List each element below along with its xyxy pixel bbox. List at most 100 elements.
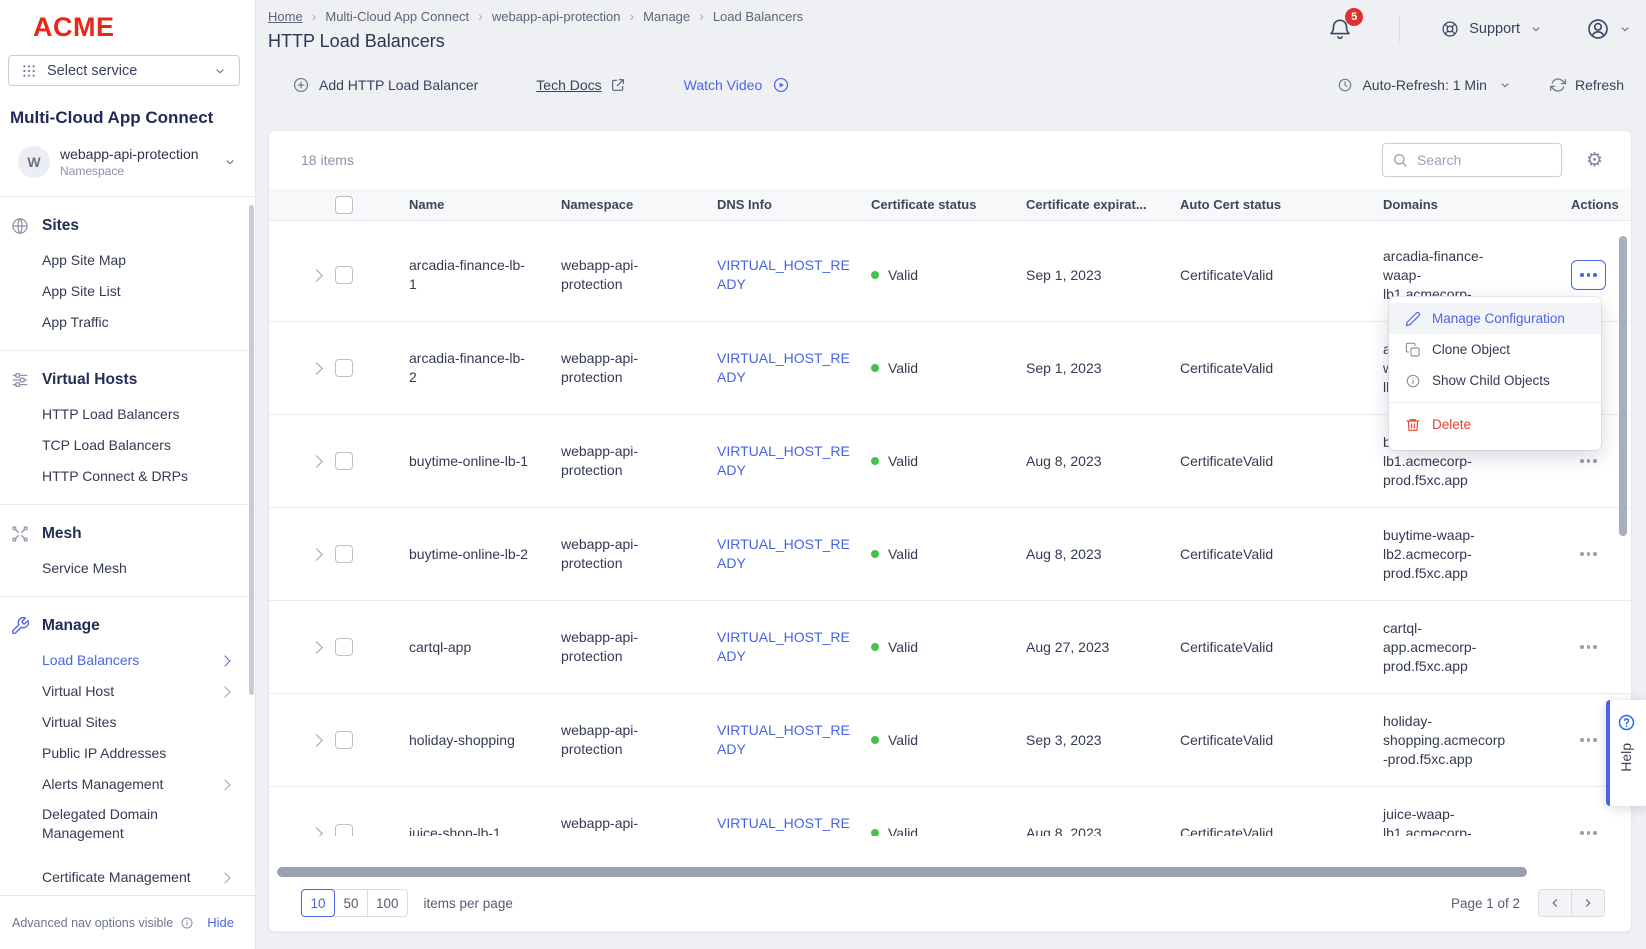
expand-row-icon[interactable] (310, 827, 323, 836)
namespace-picker[interactable]: W webapp-api-protection Namespace (8, 140, 247, 184)
expand-row-icon[interactable] (310, 269, 323, 282)
sidebar-item-tcp-load-balancers[interactable]: TCP Load Balancers (0, 430, 255, 461)
table-row-holiday-shopping[interactable]: holiday-shopping webapp-api-protection V… (269, 694, 1631, 787)
breadcrumb-item-webapp-api-protection[interactable]: webapp-api-protection (492, 9, 621, 24)
previous-page-button[interactable] (1538, 889, 1572, 917)
column-header-certificate-status[interactable]: Certificate status (871, 197, 1026, 212)
product-title: Multi-Cloud App Connect (0, 86, 255, 128)
sidebar-item-virtual-sites[interactable]: Virtual Sites (0, 707, 255, 738)
breadcrumb-item-multi-cloud-app-connect[interactable]: Multi-Cloud App Connect (325, 9, 469, 24)
horizontal-scrollbar[interactable] (277, 867, 1527, 877)
avatar (1585, 16, 1611, 42)
cell-dns-info[interactable]: VIRTUAL_HOST_READY (717, 628, 855, 666)
row-checkbox[interactable] (335, 638, 353, 656)
hide-nav-link[interactable]: Hide (207, 915, 234, 930)
sidebar-item-public-ip-addresses[interactable]: Public IP Addresses (0, 738, 255, 769)
items-count: 18 items (301, 152, 354, 168)
watch-video-link[interactable]: Watch Video (684, 76, 791, 94)
table-row-juice-shop-lb-1[interactable]: juice-shop-lb-1 webapp-api-protection VI… (269, 787, 1631, 836)
notifications-button[interactable]: 5 (1327, 16, 1353, 42)
help-label: Help (1618, 743, 1634, 772)
tech-docs-link[interactable]: Tech Docs (536, 77, 625, 93)
sidebar-item-http-load-balancers[interactable]: HTTP Load Balancers (0, 399, 255, 430)
next-page-button[interactable] (1571, 889, 1605, 917)
support-menu[interactable]: Support (1440, 19, 1543, 39)
auto-refresh-dropdown[interactable]: Auto-Refresh: 1 Min (1337, 77, 1512, 93)
column-header-certificate-expirat[interactable]: Certificate expirat... (1026, 197, 1180, 212)
row-checkbox[interactable] (335, 359, 353, 377)
chevron-down-icon (213, 64, 227, 78)
refresh-button[interactable]: Refresh (1550, 77, 1624, 93)
expand-row-icon[interactable] (310, 734, 323, 747)
column-header-namespace[interactable]: Namespace (561, 197, 717, 212)
row-actions-button[interactable] (1571, 818, 1606, 836)
expand-row-icon[interactable] (310, 362, 323, 375)
breadcrumb-item-home[interactable]: Home (268, 9, 303, 24)
expand-row-icon[interactable] (310, 548, 323, 561)
cell-auto-cert-status: CertificateValid (1180, 824, 1383, 837)
sidebar-item-service-mesh[interactable]: Service Mesh (0, 553, 255, 584)
menu-item-show-child-objects[interactable]: Show Child Objects (1389, 365, 1601, 396)
row-actions-button[interactable] (1571, 260, 1606, 290)
gear-icon[interactable]: ⚙ (1586, 151, 1603, 170)
sidebar-item-load-balancers[interactable]: Load Balancers (0, 645, 255, 676)
account-menu[interactable] (1585, 16, 1632, 42)
vertical-scrollbar[interactable] (1619, 236, 1627, 536)
row-actions-button[interactable] (1571, 446, 1606, 476)
page-size-100[interactable]: 100 (367, 889, 408, 917)
cell-dns-info[interactable]: VIRTUAL_HOST_READY (717, 814, 855, 836)
column-header-auto-cert-status[interactable]: Auto Cert status (1180, 197, 1383, 212)
breadcrumb-item-manage[interactable]: Manage (643, 9, 690, 24)
breadcrumb-item-load-balancers[interactable]: Load Balancers (713, 9, 803, 24)
table-row-cartql-app[interactable]: cartql-app webapp-api-protection VIRTUAL… (269, 601, 1631, 694)
row-checkbox[interactable] (335, 266, 353, 284)
sidebar-item-app-traffic[interactable]: App Traffic (0, 307, 255, 338)
page-size-10[interactable]: 10 (301, 889, 335, 917)
column-header-domains[interactable]: Domains (1383, 197, 1571, 212)
row-checkbox[interactable] (335, 731, 353, 749)
row-actions-button[interactable] (1571, 632, 1606, 662)
cell-certificate-expiration: Sep 3, 2023 (1026, 731, 1180, 750)
brand-logo[interactable]: ACME (0, 0, 255, 43)
sidebar-nav: Sites App Site Map App Site List App Tra… (0, 196, 255, 907)
sidebar-item-app-site-list[interactable]: App Site List (0, 276, 255, 307)
page-size-50[interactable]: 50 (334, 889, 368, 917)
add-load-balancer-button[interactable]: Add HTTP Load Balancer (292, 76, 478, 94)
cell-dns-info[interactable]: VIRTUAL_HOST_READY (717, 535, 855, 573)
help-tab[interactable]: Help (1606, 700, 1646, 806)
cell-certificate-status: Valid (871, 731, 1026, 750)
column-header-name[interactable]: Name (409, 197, 561, 212)
sidebar-item-certificate-management[interactable]: Certificate Management (0, 862, 255, 893)
row-checkbox[interactable] (335, 452, 353, 470)
table-row-buytime-online-lb-2[interactable]: buytime-online-lb-2 webapp-api-protectio… (269, 508, 1631, 601)
cell-namespace: webapp-api-protection (561, 349, 663, 387)
cell-dns-info[interactable]: VIRTUAL_HOST_READY (717, 256, 855, 294)
service-picker[interactable]: Select service (8, 55, 240, 86)
sidebar-item-delegated-domain-management[interactable]: Delegated Domain Management (0, 800, 255, 848)
sidebar-item-http-connect-drps[interactable]: HTTP Connect & DRPs (0, 461, 255, 492)
page-info: Page 1 of 2 (1451, 896, 1520, 911)
select-all-checkbox[interactable] (335, 196, 353, 214)
menu-item-clone-object[interactable]: Clone Object (1389, 334, 1601, 365)
cell-namespace: webapp-api-protection (561, 442, 663, 480)
globe-icon (10, 216, 30, 236)
column-header-dns-info[interactable]: DNS Info (717, 197, 871, 212)
sidebar-scrollbar[interactable] (249, 205, 254, 695)
row-checkbox[interactable] (335, 545, 353, 563)
cell-dns-info[interactable]: VIRTUAL_HOST_READY (717, 349, 855, 387)
search-input[interactable] (1382, 143, 1562, 177)
sidebar-item-alerts-management[interactable]: Alerts Management (0, 769, 255, 800)
cell-certificate-expiration: Aug 8, 2023 (1026, 452, 1180, 471)
menu-item-manage-configuration[interactable]: Manage Configuration (1389, 303, 1601, 334)
expand-row-icon[interactable] (310, 641, 323, 654)
row-actions-button[interactable] (1571, 539, 1606, 569)
cell-dns-info[interactable]: VIRTUAL_HOST_READY (717, 442, 855, 480)
row-actions-button[interactable] (1571, 725, 1606, 755)
sidebar-item-virtual-host[interactable]: Virtual Host (0, 676, 255, 707)
cell-dns-info[interactable]: VIRTUAL_HOST_READY (717, 721, 855, 759)
column-header-actions[interactable]: Actions (1571, 197, 1631, 212)
menu-item-delete[interactable]: Delete (1389, 409, 1601, 440)
row-checkbox[interactable] (335, 824, 353, 836)
expand-row-icon[interactable] (310, 455, 323, 468)
sidebar-item-app-site-map[interactable]: App Site Map (0, 245, 255, 276)
